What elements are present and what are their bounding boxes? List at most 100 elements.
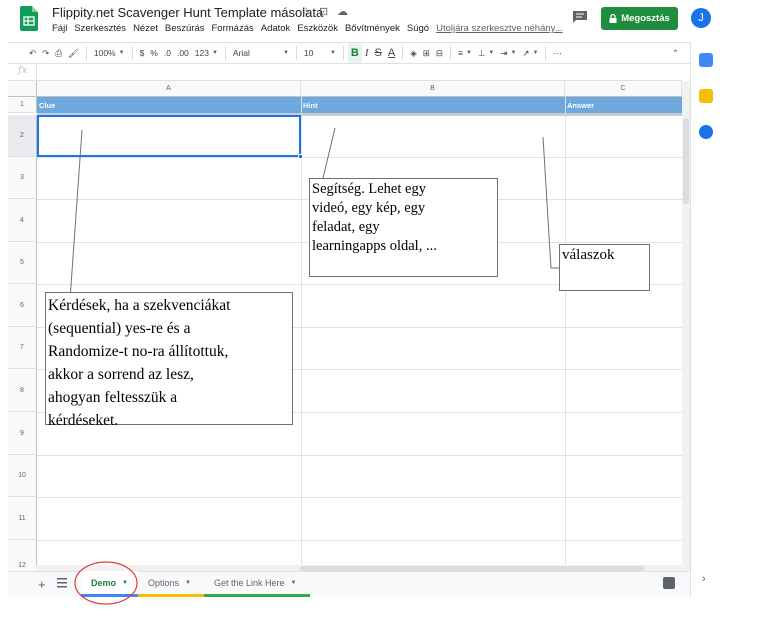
chevron-down-icon[interactable]: ▼ [185,580,191,586]
sheet-tab-get-link[interactable]: Get the Link Here ▼ [204,571,310,597]
text-wrap-icon[interactable]: ⇥ ▼ [497,43,519,63]
text-rotation-icon[interactable]: ↗ ▼ [519,43,541,63]
sheets-logo-icon[interactable] [20,6,38,31]
keep-icon[interactable] [699,89,713,103]
menu-data[interactable]: Adatok [261,23,291,34]
horizontal-align-icon[interactable]: ≡ ▼ [455,43,475,63]
menu-help[interactable]: Súgó [407,23,429,34]
row-header-6[interactable]: 6 [8,284,37,327]
toolbar-divider [295,46,297,60]
gridline [37,455,682,456]
expand-side-panel-icon[interactable]: › [702,573,706,585]
row-header-11[interactable]: 11 [8,497,37,540]
document-title[interactable]: Flippity.net Scavenger Hunt Template más… [52,5,323,20]
calendar-icon[interactable] [699,53,713,67]
move-folder-icon[interactable]: ⊡ [319,5,328,18]
toolbar-divider [402,46,404,60]
decrease-decimal-button[interactable]: .0 [161,43,174,63]
column-header-b[interactable]: B [301,81,565,97]
vertical-scrollbar-thumb[interactable] [683,118,689,204]
menu-addons[interactable]: Bővítmények [345,23,400,34]
italic-button[interactable]: I [362,43,372,63]
font-select[interactable]: Arial ▼ [230,43,292,63]
currency-format-button[interactable]: $ [137,43,148,63]
more-formats-select[interactable]: 123 ▼ [192,43,221,63]
collapse-menu-icon[interactable]: ⌃ [669,43,682,63]
column-header-c[interactable]: C [565,81,682,97]
toolbar: ↶ ↷ ⎙ 🖌 100% ▼ $ % .0 .00 123 ▼ Arial ▼ 10 ▼… [8,42,690,64]
toolbar-divider [545,46,547,60]
chevron-down-icon[interactable]: ▼ [291,580,297,586]
gridline [37,157,682,158]
undo-icon[interactable]: ↶ [26,43,39,63]
formula-input[interactable] [42,64,672,80]
row-header-4[interactable]: 4 [8,199,37,242]
menu-file[interactable]: Fájl [52,23,67,34]
row-header-9[interactable]: 9 [8,412,37,455]
increase-decimal-button[interactable]: .00 [174,43,192,63]
add-sheet-icon[interactable]: + [38,577,46,592]
toolbar-divider [131,46,133,60]
comment-history-icon[interactable] [572,10,588,24]
gridline [301,97,302,573]
redo-icon[interactable]: ↷ [39,43,52,63]
menu-bar: Fájl Szerkesztés Nézet Beszúrás Formázás… [52,23,563,34]
merge-cells-icon[interactable]: ⊟ [433,43,446,63]
sheet-tab-options[interactable]: Options ▼ [138,571,204,597]
formula-divider [36,64,37,80]
menu-format[interactable]: Formázás [212,23,254,34]
percent-format-button[interactable]: % [147,43,161,63]
gridline [565,97,566,573]
lock-icon [609,14,617,23]
menu-view[interactable]: Nézet [133,23,158,34]
row-header-5[interactable]: 5 [8,242,37,284]
selected-cell-a2[interactable] [37,115,301,157]
font-size-value: 10 [303,48,314,58]
cell-a1[interactable]: Clue [37,97,301,113]
explore-icon[interactable] [663,577,675,589]
share-button[interactable]: Megosztás [601,7,678,30]
annotation-hint: Segítség. Lehet egy videó, egy kép, egy … [309,178,498,277]
text-color-button[interactable]: A [385,43,398,63]
row-header-12[interactable]: 12 [8,540,37,573]
menu-edit[interactable]: Szerkesztés [74,23,126,34]
formula-bar: fx [8,64,682,81]
row-header-3[interactable]: 3 [8,157,37,199]
row-header-1[interactable]: 1 [8,97,37,113]
print-icon[interactable]: ⎙ [52,43,65,63]
row-header-2[interactable]: 2 [8,115,37,157]
column-header-a[interactable]: A [37,81,301,97]
tasks-icon[interactable] [699,125,713,139]
cloud-status-icon[interactable]: ☁ [337,5,348,18]
more-options-icon[interactable]: ⋯ [550,43,565,63]
paint-format-icon[interactable]: 🖌 [65,43,82,63]
star-icon[interactable]: ☆ [301,5,311,18]
account-avatar[interactable]: J [691,8,711,28]
borders-icon[interactable]: ⊞ [420,43,433,63]
fx-icon: fx [18,65,28,76]
row-header-7[interactable]: 7 [8,327,37,369]
zoom-select[interactable]: 100% ▼ [91,43,128,63]
sheet-tab-label: Get the Link Here [214,577,285,588]
font-size-select[interactable]: 10 ▼ [301,43,339,63]
vertical-align-icon[interactable]: ⊥ ▼ [475,43,497,63]
menu-insert[interactable]: Beszúrás [165,23,205,34]
highlight-circle [74,561,138,605]
last-edit-link[interactable]: Utoljára szerkesztve néhány... [436,23,563,34]
strikethrough-button[interactable]: S [372,43,385,63]
row-header-10[interactable]: 10 [8,455,37,497]
cell-b1[interactable]: Hint [301,97,565,113]
font-value: Arial [232,48,250,58]
fill-handle[interactable] [298,154,303,159]
sheet-tab-label: Options [148,577,180,588]
fill-color-icon[interactable]: ◈ [407,43,420,63]
menu-tools[interactable]: Eszközök [297,23,338,34]
gridline [37,497,682,498]
bold-button[interactable]: B [347,43,362,63]
select-all-corner[interactable] [8,81,37,97]
cell-c1[interactable]: Answer [565,97,682,113]
toolbar-divider [224,46,226,60]
row-header-8[interactable]: 8 [8,369,37,412]
annotation-clue: Kérdések, ha a szekvenciákat (sequential… [45,292,293,429]
all-sheets-icon[interactable] [57,577,67,589]
